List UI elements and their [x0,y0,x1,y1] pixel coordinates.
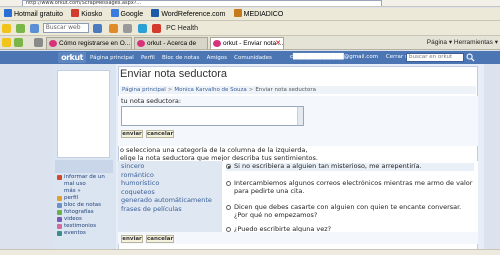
testimonial-icon [57,224,62,229]
links-toolbar: Hotmail gratuito Kiosko Google WordRefer… [0,8,500,21]
sidebar-item-profile[interactable]: perfil [56,195,116,202]
category-coqueteos[interactable]: coqueteos [121,188,221,197]
cancel-button-top[interactable]: cancelar [146,130,174,138]
tab-registrarse[interactable]: Cómo registrarse en O... [46,37,132,49]
page-title: Enviar nota seductora [120,68,228,80]
address-url[interactable]: http://www.orkut.com/ScrapMessages.aspx?… [22,0,382,6]
nav-profile[interactable]: Perfil [141,55,155,61]
video-icon [57,217,62,222]
breadcrumb: Página principal > Monica Karvalho de Souz… [120,86,476,94]
tab-add-favorite-icon[interactable] [14,38,23,47]
breadcrumb-home[interactable]: Página principal [122,87,166,93]
tab-acerca[interactable]: orkut - Acerca de [134,37,208,49]
radio-selected-icon[interactable] [226,164,231,169]
user-email: c████████████@gmail.com Cerrar sesión [290,54,423,60]
message-option[interactable]: Dicen que debes casarte con alguien con … [226,203,474,219]
radio-icon[interactable] [226,205,231,210]
search-icon[interactable] [466,53,475,62]
nav-home[interactable]: Página principal [90,55,134,61]
mail-icon[interactable] [109,24,119,33]
link-wordreference[interactable]: WordReference.com [151,8,225,20]
report-abuse-link[interactable]: informar de un [56,174,116,181]
messenger-icon[interactable] [137,24,147,33]
close-tab-icon[interactable]: ✕ [275,38,281,49]
orkut-favicon-icon [213,40,221,47]
orkut-search-input[interactable]: buscar en orkut [406,53,464,62]
hotmail-icon [4,9,12,17]
send-button-bottom[interactable]: enviar [121,235,143,243]
category-peliculas[interactable]: frases de películas [121,205,221,214]
orkut-favicon-icon [49,40,57,47]
note-label: tu nota seductora: [121,97,182,105]
nav-communities[interactable]: Comunidades [234,55,272,61]
sidebar-item-scrapbook[interactable]: bloc de notas [56,202,116,209]
pc-health-icon[interactable] [151,24,161,33]
pc-health-label[interactable]: PC Health [166,21,198,35]
tab-list-icon[interactable] [34,38,43,47]
tab-strip: Cómo registrarse en O... orkut - Acerca … [0,36,500,50]
sidebar-item-testimonials[interactable]: testimonios [56,223,116,230]
sidebar-item-videos[interactable]: videos [56,216,116,223]
mediadico-icon [233,9,242,17]
link-google[interactable]: Google [110,8,143,20]
category-romantico[interactable]: romántico [121,171,221,180]
web-search-input[interactable]: Buscar web [42,23,89,33]
wordreference-icon [151,9,160,17]
google-icon [110,9,119,17]
profile-icon [57,196,62,201]
category-generado[interactable]: generado automáticamente [121,196,221,205]
link-hotmail[interactable]: Hotmail gratuito [4,8,63,20]
radio-icon[interactable] [226,181,231,186]
photo-icon [57,210,62,215]
favorites-star-icon[interactable] [2,24,11,33]
message-options-panel [222,161,478,232]
nav-scrapbook[interactable]: Bloc de notas [162,55,199,61]
nav-friends[interactable]: Amigos [207,55,227,61]
tab-favorites-icon[interactable] [2,38,11,47]
profile-side-menu: informar de un mal uso más » perfil bloc… [56,174,116,237]
page-tools-menu[interactable]: Página ▾ Herramientas ▾ [427,36,498,49]
sidebar-item-events[interactable]: eventos [56,230,116,237]
orkut-logo[interactable]: orkut [58,52,86,63]
note-textarea-scrollbar[interactable] [297,107,303,125]
popup-blocker-icon[interactable] [123,24,133,33]
report-abuse-link-cont[interactable]: mal uso [56,181,116,188]
address-bar[interactable]: http://www.orkut.com/ScrapMessages.aspx?… [0,0,500,7]
toolbar-icon[interactable] [30,24,40,33]
breadcrumb-current: Enviar nota seductora [255,87,317,93]
category-humoristico[interactable]: humorístico [121,179,221,188]
cancel-button-bottom[interactable]: cancelar [146,235,174,243]
breadcrumb-profile[interactable]: Monica Karvalho de Souza [174,87,246,93]
message-option[interactable]: Intercambiemos algunos correos electróni… [226,179,474,195]
link-mediadico[interactable]: MEDIADICO [233,8,283,20]
instructions: o selecciona una categoría de la columna… [120,146,318,162]
note-textarea[interactable] [121,106,304,126]
message-option[interactable]: Si no escribiera a alguien tan misterios… [226,162,474,171]
category-list: sincero romántico humorístico coqueteos … [121,162,221,213]
category-sincero[interactable]: sincero [121,162,221,171]
orkut-favicon-icon [137,40,145,47]
search-toolbar: Buscar web PC Health [0,21,500,36]
link-kiosko[interactable]: Kiosko [71,8,102,20]
sidebar-item-photos[interactable]: fotografías [56,209,116,216]
notes-icon [57,203,62,208]
horizontal-scrollbar[interactable] [0,249,500,255]
send-button-top[interactable]: enviar [121,130,143,138]
add-favorite-icon[interactable] [16,24,26,33]
more-link[interactable]: más » [56,188,116,195]
profile-name-box [55,160,113,173]
tab-enviar-nota[interactable]: orkut - Enviar nota ... ✕ [210,37,284,49]
events-icon [57,231,62,236]
profile-photo[interactable] [57,70,110,158]
orkut-nav: Página principal Perfil Bloc de notas Am… [90,51,277,64]
flag-icon [57,175,62,180]
kiosko-icon [71,9,80,17]
search-go-icon[interactable] [92,24,102,33]
